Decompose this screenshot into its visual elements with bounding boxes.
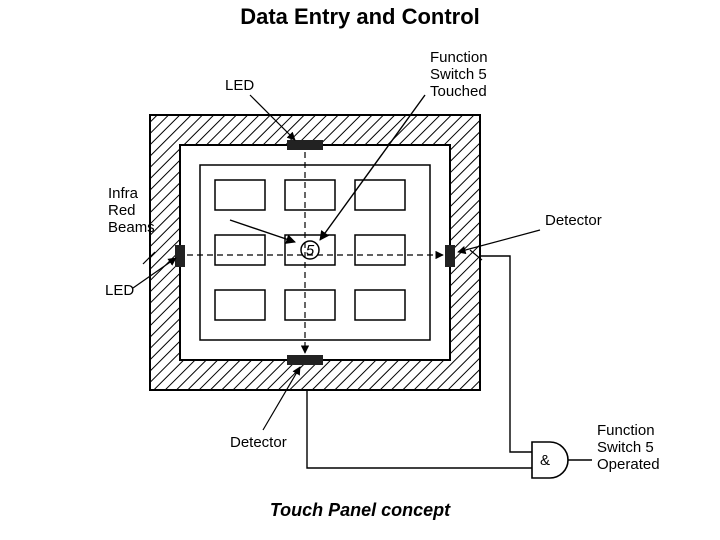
led-top-pad: [287, 140, 323, 150]
label-function-operated-2: Switch 5: [597, 439, 654, 456]
and-gate: &: [532, 442, 592, 478]
label-function-touched-2: Switch 5: [430, 66, 487, 83]
detector-right-pad: [445, 245, 455, 267]
label-function-operated-1: Function: [597, 422, 655, 439]
led-left-pad: [175, 245, 185, 267]
label-infrared-1: Infra: [108, 185, 139, 202]
and-gate-label: &: [540, 452, 550, 469]
label-detector-bottom: Detector: [230, 434, 287, 451]
label-led-top: LED: [225, 77, 254, 94]
label-led-left: LED: [105, 282, 134, 299]
detector-bottom-pad: [287, 355, 323, 365]
wire-from-right-detector: [480, 256, 532, 452]
label-function-touched-3: Touched: [430, 83, 487, 100]
label-infrared-3: Beams: [108, 219, 155, 236]
label-infrared-2: Red: [108, 202, 136, 219]
label-function-touched-1: Function: [430, 49, 488, 66]
key-5-label: 5: [306, 242, 315, 259]
label-detector-right: Detector: [545, 212, 602, 229]
label-function-operated-3: Operated: [597, 456, 660, 473]
diagram-svg: 5 & LED Function Switch 5 Touched Infra …: [0, 0, 720, 540]
wire-from-bottom-detector: [307, 390, 532, 468]
